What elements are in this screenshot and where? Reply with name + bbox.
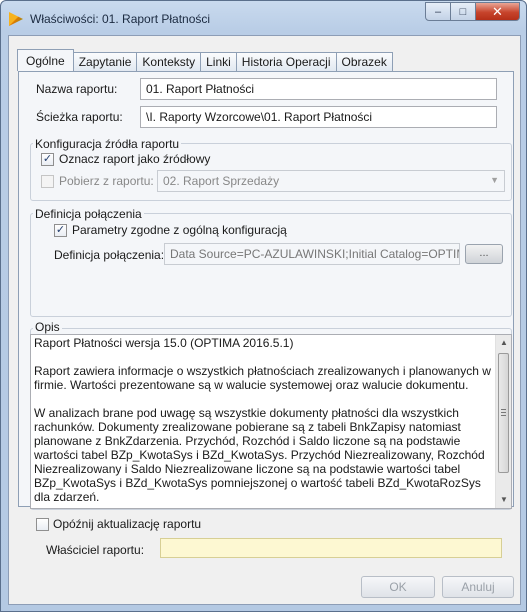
fetch-from-checkbox[interactable] <box>41 175 54 188</box>
app-logo-icon <box>9 12 23 26</box>
fetch-from-select[interactable]: 02. Raport Sprzedaży ▼ <box>157 170 505 192</box>
mark-source-label: Oznacz raport jako źródłowy <box>59 152 211 166</box>
delay-update-checkbox[interactable] <box>36 518 49 531</box>
window-controls: – □ ✕ <box>425 2 520 22</box>
tab-contexts[interactable]: Konteksty <box>136 52 202 71</box>
source-config-title: Konfiguracja źródła raportu <box>33 137 182 151</box>
scrollbar-thumb[interactable] <box>498 353 509 473</box>
tab-general[interactable]: Ogólne <box>17 49 74 71</box>
description-line-version: Raport Płatności wersja 15.0 (OPTIMA 201… <box>34 336 294 350</box>
connection-params-checkbox[interactable]: ✓ <box>54 224 67 237</box>
close-button[interactable]: ✕ <box>476 2 520 21</box>
description-scrollbar[interactable]: ▲ ▼ <box>495 335 511 508</box>
connection-browse-button[interactable]: ... <box>465 244 503 264</box>
tab-strip: Ogólne Zapytanie Konteksty Linki Histori… <box>17 49 393 71</box>
window-title: Właściwości: 01. Raport Płatności <box>30 12 211 26</box>
grip-line-icon <box>501 412 506 413</box>
fetch-from-label: Pobierz z raportu: <box>59 174 154 188</box>
report-name-label: Nazwa raportu: <box>36 82 118 96</box>
maximize-button[interactable]: □ <box>451 2 476 21</box>
close-icon: ✕ <box>492 3 503 19</box>
grip-line-icon <box>501 409 506 410</box>
scroll-down-icon[interactable]: ▼ <box>496 492 512 508</box>
minimize-button[interactable]: – <box>425 2 451 21</box>
checkmark-icon: ✓ <box>42 153 53 165</box>
connection-definition-input[interactable]: Data Source=PC-AZULAWINSKI;Initial Catal… <box>164 243 460 265</box>
scroll-up-icon[interactable]: ▲ <box>496 335 512 351</box>
tab-operation-history[interactable]: Historia Operacji <box>235 52 337 71</box>
mark-source-checkbox[interactable]: ✓ <box>41 153 54 166</box>
tab-query[interactable]: Zapytanie <box>72 52 138 71</box>
cancel-button[interactable]: Anuluj <box>442 576 514 598</box>
owner-input[interactable] <box>160 538 502 558</box>
report-path-input[interactable]: \I. Raporty Wzorcowe\01. Raport Płatnośc… <box>140 106 497 128</box>
fetch-from-value: 02. Raport Sprzedaży <box>163 174 280 188</box>
description-paragraph-summary: Raport zawiera informacje o wszystkich p… <box>34 364 491 392</box>
description-textarea[interactable]: Raport Płatności wersja 15.0 (OPTIMA 201… <box>30 334 512 509</box>
tab-links[interactable]: Linki <box>200 52 237 71</box>
title-bar[interactable]: Właściwości: 01. Raport Płatności – □ ✕ <box>1 1 526 35</box>
description-title: Opis <box>33 320 62 334</box>
chevron-down-icon: ▼ <box>490 175 499 185</box>
connection-definition-label: Definicja połączenia: <box>54 248 165 262</box>
ok-button[interactable]: OK <box>361 576 435 598</box>
report-name-input[interactable]: 01. Raport Płatności <box>140 78 497 100</box>
delay-update-label: Opóźnij aktualizację raportu <box>53 517 202 531</box>
checkmark-icon: ✓ <box>55 224 66 236</box>
minimize-icon: – <box>434 5 442 18</box>
grip-line-icon <box>501 415 506 416</box>
owner-label: Właściciel raportu: <box>46 543 145 557</box>
connection-params-label: Parametry zgodne z ogólną konfiguracją <box>72 223 287 237</box>
tab-image[interactable]: Obrazek <box>335 52 393 71</box>
maximize-icon: □ <box>459 5 467 18</box>
description-paragraph-details: W analizach brane pod uwagę są wszystkie… <box>34 406 485 504</box>
connection-title: Definicja połączenia <box>33 207 144 221</box>
report-path-label: Ścieżka raportu: <box>36 110 123 124</box>
